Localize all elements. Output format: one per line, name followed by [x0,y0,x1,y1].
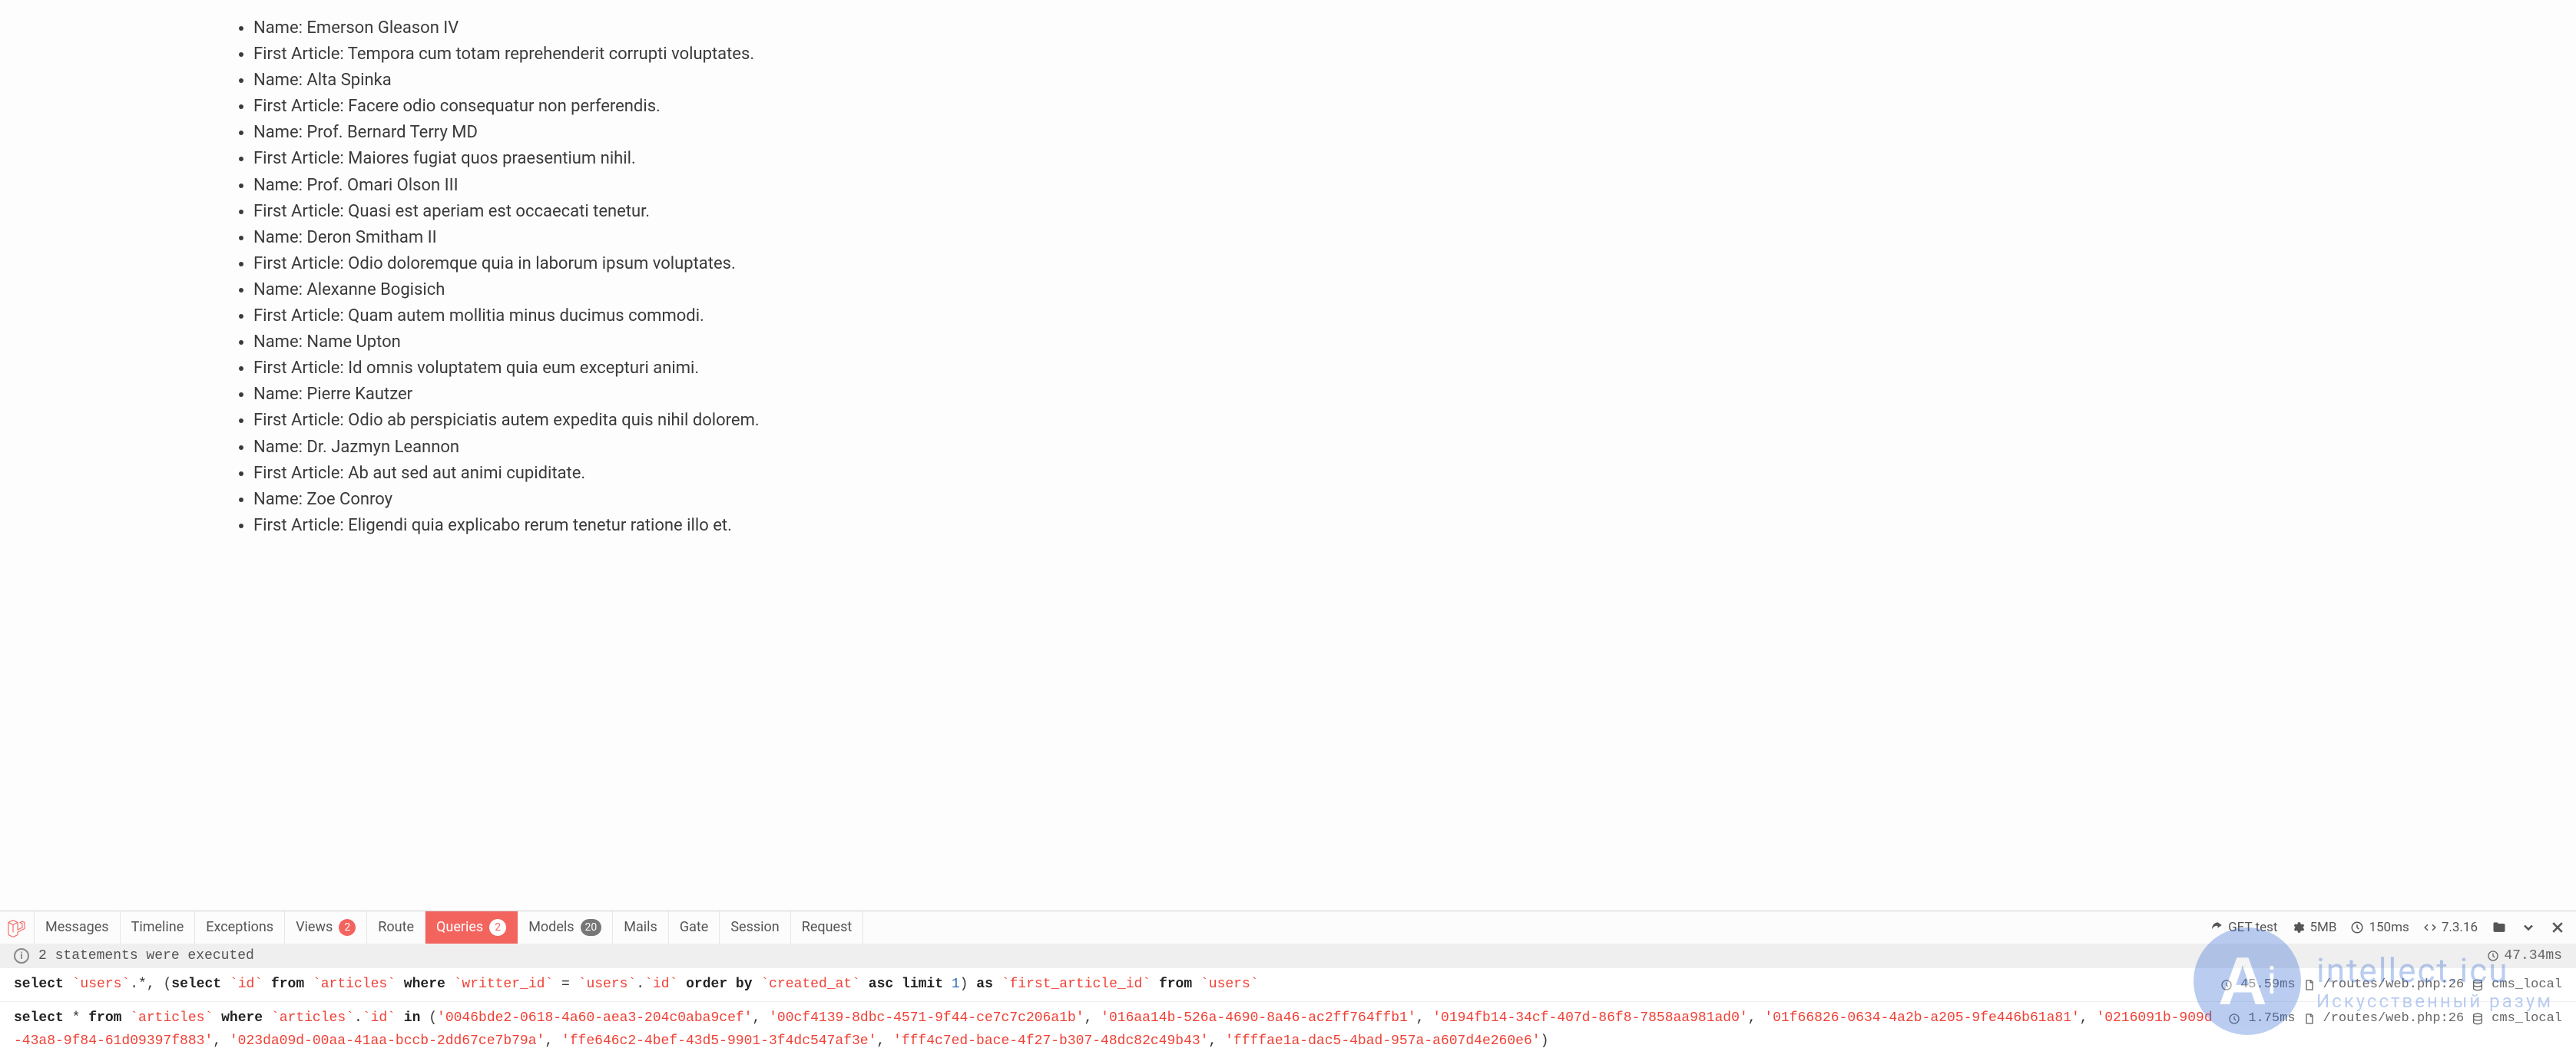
tab-request[interactable]: Request [791,911,864,944]
debugbar-status: i 2 statements were executed 47.34ms [0,944,2576,968]
tab-session[interactable]: Session [720,911,790,944]
clock-icon [2220,979,2233,991]
page-content: Name: Emerson Gleason IVFirst Article: T… [0,0,2576,911]
tab-messages[interactable]: Messages [34,911,121,944]
models-count-badge: 20 [581,919,602,936]
list-item: First Article: Eligendi quia explicabo r… [253,513,2530,539]
list-item: First Article: Odio ab perspiciatis aute… [253,408,2530,434]
database-icon [2472,1013,2484,1025]
gear-icon [2291,921,2305,934]
tab-queries[interactable]: Queries 2 [425,911,518,944]
clock-icon [2350,921,2364,934]
list-item: Name: Emerson Gleason IV [253,15,2530,41]
queries-count-badge: 2 [489,919,506,936]
query-row[interactable]: select `users`.*, (select `id` from `art… [0,968,2576,1001]
list-item: First Article: Tempora cum totam reprehe… [253,41,2530,68]
list-item: Name: Alexanne Bogisich [253,277,2530,303]
query-sql: select `users`.*, (select `id` from `art… [14,973,2205,997]
php-version[interactable]: 7.3.16 [2423,920,2478,935]
tab-route[interactable]: Route [367,911,425,944]
tab-exceptions[interactable]: Exceptions [195,911,285,944]
query-meta: 1.75ms /routes/web.php:26 cms_local [2228,1007,2562,1030]
list-item: First Article: Id omnis voluptatem quia … [253,355,2530,382]
items-list: Name: Emerson Gleason IVFirst Article: T… [230,15,2530,539]
share-icon [2210,921,2223,934]
debugbar: Messages Timeline Exceptions Views 2 Rou… [0,911,2576,1058]
minimize-icon[interactable] [2521,920,2536,935]
clock-icon [2487,950,2499,962]
memory-metric[interactable]: 5MB [2291,920,2336,935]
list-item: Name: Zoe Conroy [253,487,2530,513]
list-item: First Article: Maiores fugiat quos praes… [253,146,2530,172]
debugbar-right: GET test 5MB 150ms 7.3.16 [2199,911,2576,944]
status-text: 2 statements were executed [38,948,254,964]
laravel-logo-icon[interactable] [0,911,34,944]
list-item: First Article: Quam autem mollitia minus… [253,303,2530,329]
list-item: Name: Name Upton [253,329,2530,355]
list-item: Name: Prof. Bernard Terry MD [253,120,2530,146]
code-icon [2423,921,2437,934]
file-icon [2303,1013,2316,1025]
time-metric[interactable]: 150ms [2350,920,2409,935]
status-total-time: 47.34ms [2504,948,2562,964]
views-count-badge: 2 [339,919,356,936]
list-item: Name: Deron Smitham II [253,225,2530,251]
database-icon [2472,979,2484,991]
list-item: First Article: Quasi est aperiam est occ… [253,199,2530,225]
list-item: Name: Alta Spinka [253,68,2530,94]
request-method-url[interactable]: GET test [2210,920,2277,935]
list-item: First Article: Facere odio consequatur n… [253,94,2530,120]
query-sql: select * from `articles` where `articles… [14,1007,2213,1053]
close-icon[interactable] [2550,920,2565,935]
tab-models[interactable]: Models 20 [518,911,613,944]
query-row[interactable]: select * from `articles` where `articles… [0,1001,2576,1058]
list-item: Name: Pierre Kautzer [253,382,2530,408]
tab-views[interactable]: Views 2 [285,911,367,944]
tab-timeline[interactable]: Timeline [121,911,196,944]
debugbar-tabs: Messages Timeline Exceptions Views 2 Rou… [34,911,863,944]
tab-mails[interactable]: Mails [613,911,669,944]
list-item: Name: Dr. Jazmyn Leannon [253,435,2530,461]
file-icon [2303,979,2316,991]
debugbar-header: Messages Timeline Exceptions Views 2 Rou… [0,911,2576,944]
clock-icon [2228,1013,2240,1025]
list-item: First Article: Ab aut sed aut animi cupi… [253,461,2530,487]
folder-icon[interactable] [2492,920,2507,935]
tab-gate[interactable]: Gate [669,911,720,944]
queries-panel: select `users`.*, (select `id` from `art… [0,968,2576,1058]
list-item: Name: Prof. Omari Olson III [253,173,2530,199]
list-item: First Article: Odio doloremque quia in l… [253,251,2530,277]
query-meta: 45.59ms /routes/web.php:26 cms_local [2220,973,2562,997]
info-icon: i [14,948,29,964]
